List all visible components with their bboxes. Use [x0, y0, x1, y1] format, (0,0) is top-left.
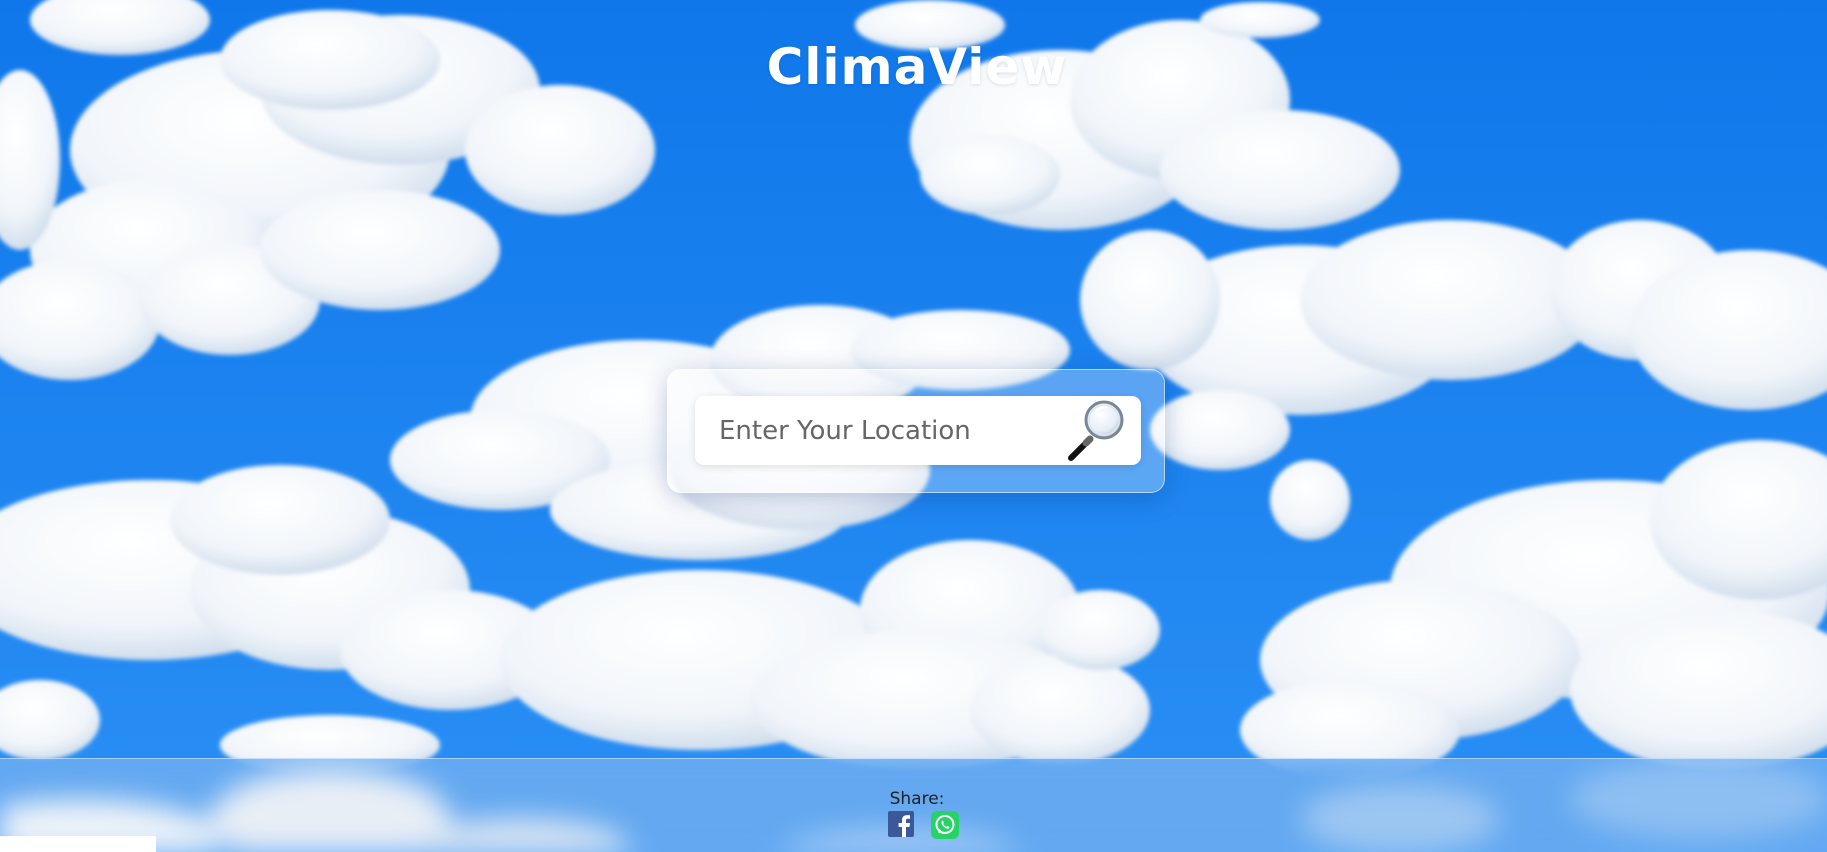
- location-search-input[interactable]: [719, 396, 1059, 465]
- whatsapp-icon: [931, 811, 959, 839]
- magnifying-glass-icon: [1068, 400, 1124, 461]
- footer: Share:: [0, 758, 1827, 852]
- facebook-icon: [888, 811, 914, 837]
- search-box: [695, 396, 1141, 465]
- search-button[interactable]: [1065, 398, 1133, 462]
- whatsapp-share-button[interactable]: [931, 811, 959, 839]
- share-label: Share:: [889, 789, 945, 809]
- corner-panel: [0, 836, 156, 852]
- search-panel: [667, 369, 1165, 493]
- weather-app-page: ClimaView Enter Your Location Share:: [0, 0, 1827, 852]
- app-title: ClimaView: [766, 38, 1068, 96]
- facebook-share-button[interactable]: [888, 811, 914, 837]
